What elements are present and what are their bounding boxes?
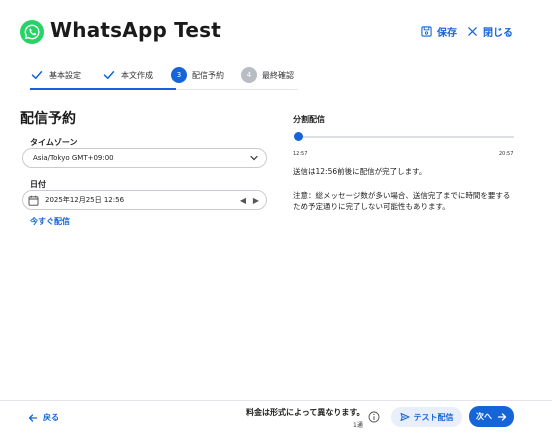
chevron-down-icon [250,155,258,161]
active-step-indicator [30,88,176,90]
close-button[interactable]: 閉じる [467,24,513,39]
step-final-check[interactable]: 4 最終確認 [241,64,294,86]
split-slider-thumb[interactable] [294,132,303,141]
price-unit: 1通 [353,422,363,429]
send-now-link[interactable]: 今すぐ配信 [30,216,70,227]
info-icon[interactable] [368,411,380,423]
header: WhatsApp Test 保存 閉じる [0,0,552,62]
slider-max-label: 20:57 [499,151,514,157]
arrow-left-icon [28,413,38,422]
step-label: 基本設定 [49,70,81,80]
next-label: 次へ [476,412,492,421]
date-value: 2025年12月25日 12:56 [45,196,125,204]
split-title: 分割配信 [293,115,325,124]
timezone-value: Asia/Tokyo GMT+09:00 [33,154,114,162]
close-label: 閉じる [483,28,513,39]
slider-min-label: 12:57 [293,151,308,157]
back-button[interactable]: 戻る [28,412,59,423]
save-label: 保存 [437,28,457,39]
stepper: 基本設定 本文作成 3 配信予約 4 最終確認 [30,64,298,90]
send-completion-info: 送信は12:56前後に配信が完了します。 [293,167,427,176]
check-icon [103,71,115,80]
whatsapp-logo-icon [20,20,44,44]
timezone-select[interactable]: Asia/Tokyo GMT+09:00 [22,148,267,168]
close-icon [468,27,477,36]
test-send-label: テスト配信 [413,412,454,422]
caret-right-icon[interactable]: ▶ [253,196,259,205]
timezone-label: タイムゾーン [30,138,78,147]
step-label: 本文作成 [121,70,153,80]
date-field[interactable]: 2025年12月25日 12:56 ◀ ▶ [22,190,267,210]
step-label: 最終確認 [262,70,294,80]
step-label: 配信予約 [192,70,224,80]
section-title: 配信予約 [20,111,76,127]
footer: 戻る 料金は形式によって異なります。 1通 テスト配信 次へ [0,400,552,440]
arrow-right-icon [497,412,507,421]
step-number: 4 [241,67,257,83]
step-schedule[interactable]: 3 配信予約 [171,64,224,86]
step-number: 3 [171,67,187,83]
back-label: 戻る [43,413,59,422]
test-send-button[interactable]: テスト配信 [391,407,462,427]
price-text: 料金は形式によって異なります。 [246,408,365,417]
split-slider-track[interactable] [297,136,514,138]
date-label: 日付 [30,180,46,189]
check-icon [31,71,43,80]
send-icon [400,413,409,421]
save-button[interactable]: 保存 [421,24,457,39]
save-icon [421,26,432,37]
calendar-icon [28,195,39,206]
next-button[interactable]: 次へ [469,406,514,427]
step-basic-settings[interactable]: 基本設定 [30,64,81,86]
caret-left-icon[interactable]: ◀ [240,196,246,205]
step-body-creation[interactable]: 本文作成 [102,64,153,86]
split-note: 注意：総メッセージ数が多い場合、送信完了までに時間を要するため予定通りに完了しな… [293,191,511,212]
app-title: WhatsApp Test [50,18,221,42]
